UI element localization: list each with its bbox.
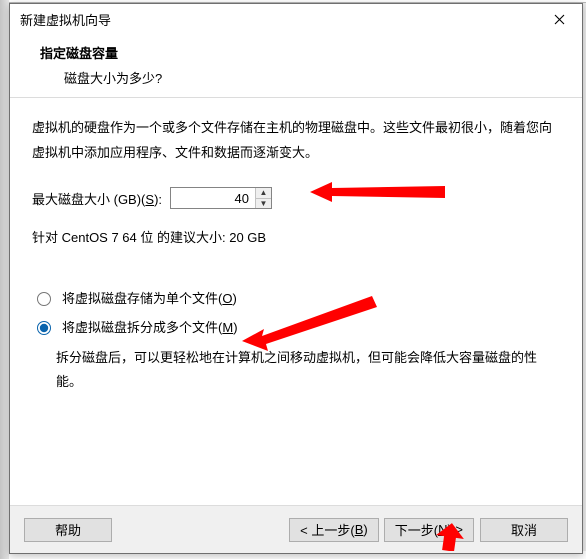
back-button[interactable]: < 上一步(B) xyxy=(289,518,379,542)
label-suffix: ): xyxy=(154,192,162,207)
next-button[interactable]: 下一步(N) > xyxy=(384,518,474,542)
label-hotkey: S xyxy=(145,192,154,207)
max-disk-size-row: 最大磁盘大小 (GB)(S): ▲ ▼ xyxy=(32,187,560,209)
radio-single-file[interactable]: 将虚拟磁盘存储为单个文件(O) xyxy=(32,288,237,307)
wizard-header: 指定磁盘容量 磁盘大小为多少? xyxy=(10,34,582,98)
chevron-up-icon: ▲ xyxy=(260,189,268,197)
help-button[interactable]: 帮助 xyxy=(24,518,112,542)
page-heading: 指定磁盘容量 xyxy=(26,43,566,62)
wizard-dialog: 新建虚拟机向导 指定磁盘容量 磁盘大小为多少? 虚拟机的硬盘作为一个或多个文件存… xyxy=(9,3,583,554)
spinner-down-button[interactable]: ▼ xyxy=(256,199,271,209)
wizard-body: 虚拟机的硬盘作为一个或多个文件存储在主机的物理磁盘中。这些文件最初很小，随着您向… xyxy=(10,98,582,505)
label-hotkey: N xyxy=(438,522,447,537)
label-prefix: < 上一步( xyxy=(300,520,355,539)
radio-split-files[interactable]: 将虚拟磁盘拆分成多个文件(M) xyxy=(32,317,238,336)
split-description: 拆分磁盘后，可以更轻松地在计算机之间移动虚拟机，但可能会降低大容量磁盘的性能。 xyxy=(56,346,556,394)
radio-split-files-input[interactable] xyxy=(37,321,51,335)
window-title: 新建虚拟机向导 xyxy=(20,10,536,29)
max-disk-size-input[interactable] xyxy=(171,188,255,208)
cancel-button[interactable]: 取消 xyxy=(480,518,568,542)
label-prefix: 最大磁盘大小 (GB)( xyxy=(32,192,145,207)
close-button[interactable] xyxy=(536,4,582,34)
radio-single-file-input[interactable] xyxy=(37,292,51,306)
label-suffix: ) xyxy=(363,522,367,537)
disk-storage-mode-group: 将虚拟磁盘存储为单个文件(O) 将虚拟磁盘拆分成多个文件(M) 拆分磁盘后，可以… xyxy=(32,288,560,394)
spinner-up-button[interactable]: ▲ xyxy=(256,188,271,199)
page-subtitle: 磁盘大小为多少? xyxy=(26,68,566,87)
title-bar: 新建虚拟机向导 xyxy=(10,4,582,34)
radio-single-file-label: 将虚拟磁盘存储为单个文件(O) xyxy=(62,288,237,307)
label-prefix: 将虚拟磁盘存储为单个文件( xyxy=(62,291,222,306)
label-hotkey: B xyxy=(355,522,364,537)
chevron-down-icon: ▼ xyxy=(260,200,268,208)
annotation-arrow-split xyxy=(242,293,382,353)
max-disk-size-spinner: ▲ ▼ xyxy=(170,187,272,209)
label-hotkey: O xyxy=(222,291,232,306)
label-suffix: ) xyxy=(232,291,236,306)
spinner-buttons: ▲ ▼ xyxy=(255,188,271,208)
label-prefix: 将虚拟磁盘拆分成多个文件( xyxy=(62,320,222,335)
close-icon xyxy=(554,14,565,25)
max-disk-size-label: 最大磁盘大小 (GB)(S): xyxy=(32,189,162,208)
label-hotkey: M xyxy=(222,320,233,335)
label-prefix: 下一步( xyxy=(395,520,438,539)
backdrop-shadow-left xyxy=(0,0,9,559)
label-suffix: ) > xyxy=(447,522,463,537)
radio-split-files-label: 将虚拟磁盘拆分成多个文件(M) xyxy=(62,317,238,336)
recommended-size-text: 针对 CentOS 7 64 位 的建议大小: 20 GB xyxy=(32,227,560,246)
label-suffix: ) xyxy=(233,320,237,335)
wizard-footer: 帮助 < 上一步(B) 下一步(N) > 取消 xyxy=(10,505,582,553)
description-text: 虚拟机的硬盘作为一个或多个文件存储在主机的物理磁盘中。这些文件最初很小，随着您向… xyxy=(32,116,560,165)
